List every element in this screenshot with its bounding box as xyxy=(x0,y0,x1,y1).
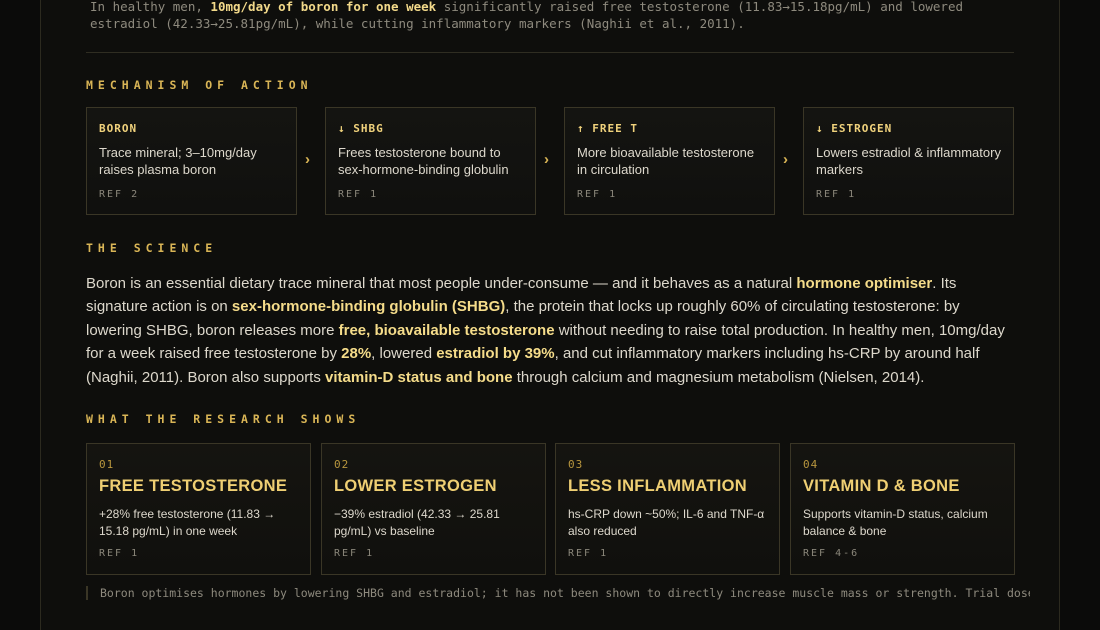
mechanism-card-ref: REF 1 xyxy=(338,189,379,200)
mechanism-card-desc: Frees testosterone bound to sex-hormone-… xyxy=(338,145,509,177)
intro-text-part: In healthy men, xyxy=(90,0,211,14)
footnote-text: Boron optimises hormones by lowering SHB… xyxy=(86,586,1030,600)
science-highlight: estradiol by 39% xyxy=(436,345,555,363)
mechanism-card-desc: More bioavailable testosterone in circul… xyxy=(577,145,755,177)
research-card-desc: hs-CRP down ~50%; IL-6 and TNF-α also re… xyxy=(568,507,765,538)
science-title: THE SCIENCE xyxy=(86,241,218,255)
science-text: Boron is an essential dietary trace mine… xyxy=(86,275,797,292)
research-card-ref: REF 1 xyxy=(568,548,609,559)
research-card-lower-estrogen: 02 LOWER ESTROGEN −39% estradiol (42.33 … xyxy=(321,443,546,575)
mechanism-card-ref: REF 2 xyxy=(99,189,140,200)
mechanism-card-shbg: ↓ SHBG Frees testosterone bound to sex-h… xyxy=(325,107,536,215)
intro-text-part: estradiol (42.33→25.81pg/mL), while cutt… xyxy=(90,16,745,31)
research-card-free-testosterone: 01 FREE TESTOSTERONE +28% free testoster… xyxy=(86,443,311,575)
research-card-ref: REF 4-6 xyxy=(803,548,860,559)
research-card-heading: LESS INFLAMMATION xyxy=(568,477,747,495)
mechanism-card-desc: Trace mineral; 3–10mg/day raises plasma … xyxy=(99,145,257,177)
mechanism-card-estrogen: ↓ ESTROGEN Lowers estradiol & inflammato… xyxy=(803,107,1014,215)
research-card-ref: REF 1 xyxy=(99,548,140,559)
research-card-desc: Supports vitamin-D status, calcium balan… xyxy=(803,507,988,538)
chevron-right-icon: › xyxy=(544,151,549,168)
science-text: through calcium and magnesium metabolism… xyxy=(512,368,925,386)
chevron-right-icon: › xyxy=(783,151,788,168)
research-card-less-inflammation: 03 LESS INFLAMMATION hs-CRP down ~50%; I… xyxy=(555,443,780,575)
mechanism-title: MECHANISM OF ACTION xyxy=(86,78,313,92)
research-card-number: 04 xyxy=(803,458,819,471)
research-card-heading: VITAMIN D & BONE xyxy=(803,477,960,495)
mechanism-card-ref: REF 1 xyxy=(816,189,857,200)
science-highlight: vitamin-D status and bone xyxy=(325,368,513,386)
science-paragraph: Boron is an essential dietary trace mine… xyxy=(86,272,1016,389)
mechanism-card-label: BORON xyxy=(99,122,138,135)
chevron-right-icon: › xyxy=(305,151,310,168)
mechanism-card-desc: Lowers estradiol & inflammatory markers xyxy=(816,145,1001,177)
research-title: WHAT THE RESEARCH SHOWS xyxy=(86,412,361,426)
research-card-ref: REF 1 xyxy=(334,548,375,559)
intro-text-part: significantly raised free testosterone (… xyxy=(436,0,963,14)
section-divider xyxy=(86,52,1014,53)
research-card-number: 02 xyxy=(334,458,350,471)
mechanism-card-label: ↓ SHBG xyxy=(338,122,384,135)
mechanism-card-boron: BORON Trace mineral; 3–10mg/day raises p… xyxy=(86,107,297,215)
research-card-vitamin-d-bone: 04 VITAMIN D & BONE Supports vitamin-D s… xyxy=(790,443,1015,575)
science-text: , lowered xyxy=(371,345,437,363)
science-highlight: 28% xyxy=(341,345,372,363)
intro-highlight: 10mg/day of boron for one week xyxy=(210,0,437,14)
research-card-desc: +28% free testosterone (11.83 → 15.18 pg… xyxy=(99,507,276,538)
science-highlight: sex-hormone-binding globulin (SHBG) xyxy=(231,298,506,316)
research-card-heading: FREE TESTOSTERONE xyxy=(99,477,288,495)
science-highlight: free, bioavailable testosterone xyxy=(338,321,555,339)
research-card-desc: −39% estradiol (42.33 → 25.81 pg/mL) vs … xyxy=(334,507,500,538)
research-card-heading: LOWER ESTROGEN xyxy=(334,477,497,495)
mechanism-card-free-t: ↑ FREE T More bioavailable testosterone … xyxy=(564,107,775,215)
research-card-number: 03 xyxy=(568,458,584,471)
intro-text: In healthy men, 10mg/day of boron for on… xyxy=(90,0,1020,32)
research-card-number: 01 xyxy=(99,458,115,471)
science-highlight: hormone optimiser xyxy=(796,275,933,292)
mechanism-card-ref: REF 1 xyxy=(577,189,618,200)
mechanism-card-label: ↓ ESTROGEN xyxy=(816,122,893,135)
mechanism-card-label: ↑ FREE T xyxy=(577,122,638,135)
